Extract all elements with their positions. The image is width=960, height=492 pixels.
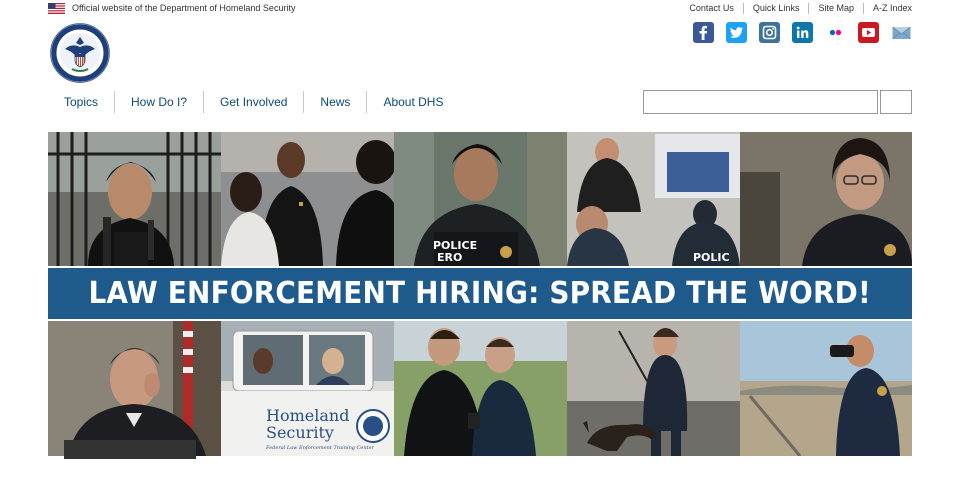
hero-photo-police-ero: POLICE ERO [394, 132, 567, 266]
nav-item-topics[interactable]: Topics [48, 91, 114, 113]
a-z-index-link[interactable]: A-Z Index [862, 3, 912, 14]
twitter-icon[interactable] [726, 22, 747, 43]
nav-item-how-do-i[interactable]: How Do I? [114, 91, 203, 113]
youtube-icon[interactable] [858, 22, 879, 43]
hero-photo-agents-phone [394, 321, 567, 456]
hero-photo-fletc-truck: Homeland Security Federal Law Enforcemen… [221, 321, 394, 456]
hero-photo-row-top: POLICE ERO POLIC [48, 132, 912, 266]
contact-us-link[interactable]: Contact Us [689, 3, 743, 14]
hero-headline-text: LAW ENFORCEMENT HIRING: SPREAD THE WORD! [88, 276, 872, 311]
site-map-link[interactable]: Site Map [808, 3, 863, 14]
flickr-icon[interactable] [825, 22, 846, 43]
dhs-seal-logo[interactable] [50, 23, 110, 83]
social-icons [693, 22, 912, 43]
vest-ero-label: ERO [437, 251, 463, 264]
official-banner: Official website of the Department of Ho… [0, 0, 960, 18]
search-button[interactable] [880, 90, 912, 114]
quick-links-link[interactable]: Quick Links [742, 3, 809, 14]
main-nav: Topics How Do I? Get Involved News About… [48, 91, 459, 113]
search-input[interactable] [643, 90, 878, 114]
image-caption-overlay [64, 440, 196, 459]
hero-photo-officer-gate [48, 132, 221, 266]
hero-photo-secret-service [48, 321, 221, 456]
nav-item-get-involved[interactable]: Get Involved [203, 91, 303, 113]
hero-photo-training-class: POLIC [567, 132, 740, 266]
facebook-icon[interactable] [693, 22, 714, 43]
truck-fletc-text: Federal Law Enforcement Training Center [266, 445, 374, 451]
hero-photo-k9-officer [567, 321, 740, 456]
instagram-icon[interactable] [759, 22, 780, 43]
truck-security-text: Security [266, 423, 334, 442]
official-website-text: Official website of the Department of Ho… [72, 3, 296, 13]
utility-links: Contact Us Quick Links Site Map A-Z Inde… [689, 3, 912, 14]
us-flag-icon [48, 3, 65, 14]
linkedin-icon[interactable] [792, 22, 813, 43]
vest-polic-label: POLIC [693, 251, 730, 264]
hero-photo-woman-officer [740, 132, 912, 266]
email-icon[interactable] [891, 22, 912, 43]
truck-homeland-text: Homeland [266, 406, 350, 425]
hero-banner-headline: LAW ENFORCEMENT HIRING: SPREAD THE WORD! [48, 268, 912, 319]
hero-photo-row-bottom: Homeland Security Federal Law Enforcemen… [48, 321, 912, 456]
nav-item-about-dhs[interactable]: About DHS [366, 91, 459, 113]
hero-photo-agents-talking [221, 132, 394, 266]
nav-item-news[interactable]: News [303, 91, 366, 113]
hero-banner-image[interactable]: POLICE ERO POLIC LAW ENFORCEMENT HIRING:… [48, 132, 912, 456]
hero-photo-border-patrol [740, 321, 912, 456]
